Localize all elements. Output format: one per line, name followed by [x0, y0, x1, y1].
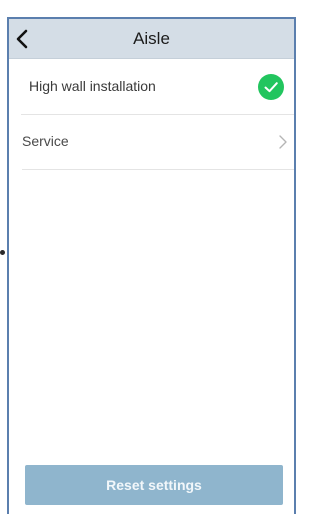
list-item-label: High wall installation — [29, 78, 156, 94]
check-circle-icon — [258, 74, 284, 100]
list-item-high-wall-installation[interactable]: High wall installation — [21, 60, 294, 115]
top-bar: Aisle — [9, 19, 294, 59]
chevron-right-icon — [279, 135, 287, 149]
list-item-label: Service — [22, 133, 69, 149]
side-marker-dot — [0, 250, 5, 255]
list-item-service[interactable]: Service — [22, 115, 294, 170]
reset-settings-button[interactable]: Reset settings — [25, 465, 283, 505]
app-frame: Aisle High wall installation Service Res… — [7, 17, 296, 514]
page-title: Aisle — [133, 29, 170, 48]
